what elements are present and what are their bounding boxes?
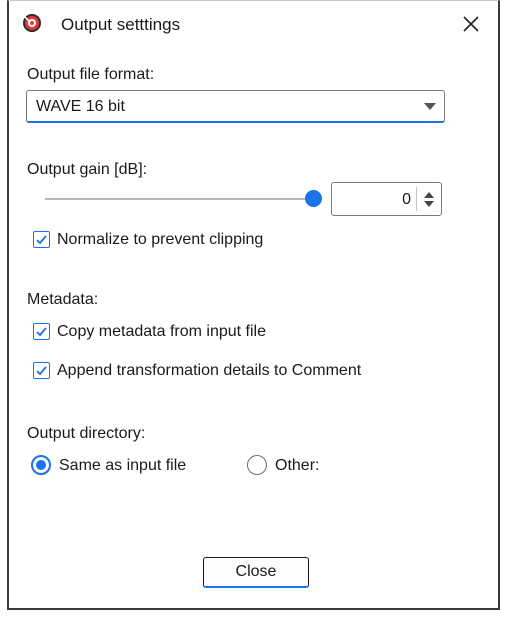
append-details-checkbox[interactable] <box>33 362 50 379</box>
gain-spinbox[interactable]: 0 <box>331 182 442 216</box>
spin-down-icon[interactable] <box>424 201 434 207</box>
close-button[interactable]: Close <box>203 557 309 588</box>
output-settings-dialog: Output setttings Output file format: WAV… <box>7 0 500 610</box>
radio-same-as-input[interactable]: Same as input file <box>31 455 211 479</box>
window-title: Output setttings <box>61 15 181 34</box>
normalize-checkbox-row[interactable]: Normalize to prevent clipping <box>33 230 303 252</box>
audio-app-icon <box>22 13 42 33</box>
copy-metadata-label: Copy metadata from input file <box>57 323 266 340</box>
directory-label: Output directory: <box>27 425 146 442</box>
radio-other-button[interactable] <box>247 455 267 475</box>
output-format-select[interactable]: WAVE 16 bit <box>26 90 445 123</box>
chevron-down-icon <box>424 103 436 110</box>
gain-value[interactable]: 0 <box>402 190 411 210</box>
radio-same-as-input-button[interactable] <box>31 455 51 475</box>
format-label: Output file format: <box>27 66 155 83</box>
gain-slider-thumb[interactable] <box>305 190 322 207</box>
spin-up-icon[interactable] <box>424 192 434 198</box>
normalize-label: Normalize to prevent clipping <box>57 231 264 248</box>
gain-label: Output gain [dB]: <box>27 161 148 178</box>
append-details-checkbox-row[interactable]: Append transformation details to Comment <box>33 361 413 383</box>
title-bar: Output setttings <box>9 1 498 49</box>
copy-metadata-checkbox-row[interactable]: Copy metadata from input file <box>33 322 303 344</box>
radio-other[interactable]: Other: <box>247 455 337 479</box>
spinbox-divider <box>416 187 417 211</box>
radio-same-as-input-label: Same as input file <box>59 457 187 474</box>
gain-slider-track[interactable] <box>45 198 315 200</box>
append-details-label: Append transformation details to Comment <box>57 362 362 379</box>
close-icon[interactable] <box>460 13 482 35</box>
metadata-label: Metadata: <box>27 291 99 308</box>
output-format-value: WAVE 16 bit <box>36 98 125 115</box>
copy-metadata-checkbox[interactable] <box>33 323 50 340</box>
normalize-checkbox[interactable] <box>33 231 50 248</box>
radio-other-label: Other: <box>275 457 320 474</box>
